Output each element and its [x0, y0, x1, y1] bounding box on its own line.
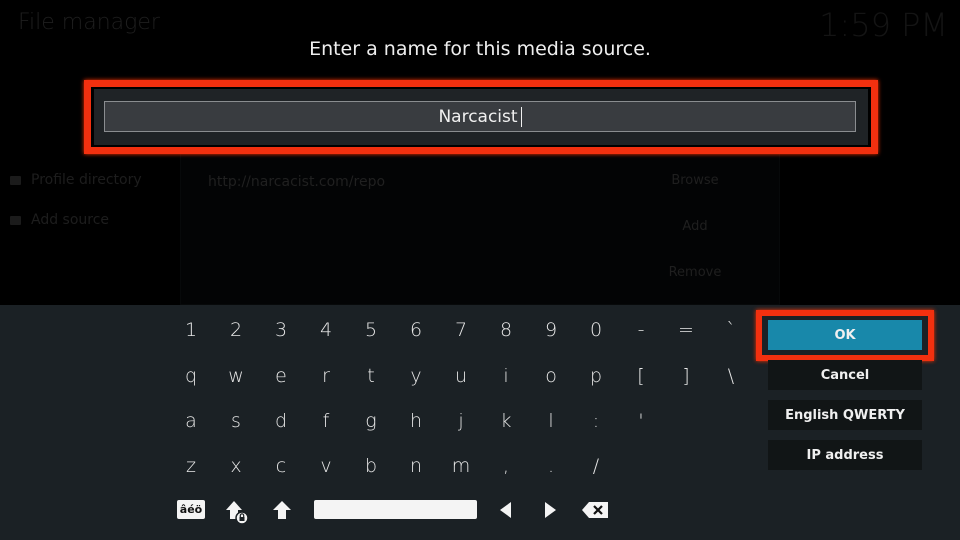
key[interactable]: f: [306, 401, 346, 441]
key[interactable]: u: [441, 356, 481, 396]
cancel-button[interactable]: Cancel: [768, 360, 922, 390]
key[interactable]: 7: [441, 310, 481, 350]
key[interactable]: j: [441, 401, 481, 441]
ok-highlight-box: [756, 310, 934, 361]
sidebar-item-profile-directory: Profile directory: [10, 172, 142, 188]
key[interactable]: ,: [486, 446, 526, 486]
app-title: File manager: [18, 10, 160, 35]
key[interactable]: p: [576, 356, 616, 396]
key[interactable]: e: [261, 356, 301, 396]
key[interactable]: =: [666, 310, 706, 350]
key[interactable]: k: [486, 401, 526, 441]
key[interactable]: 3: [261, 310, 301, 350]
keyboard-layout-button[interactable]: English QWERTY: [768, 400, 922, 430]
key[interactable]: y: [396, 356, 436, 396]
cancel-label: Cancel: [820, 367, 870, 383]
right-arrow-icon: [545, 502, 556, 518]
folder-icon: [10, 215, 21, 225]
key[interactable]: 6: [396, 310, 436, 350]
key[interactable]: -: [621, 310, 661, 350]
backspace-icon: [582, 502, 608, 518]
left-arrow-icon: [500, 502, 511, 518]
key[interactable]: c: [261, 446, 301, 486]
sidebar-item-label: Profile directory: [31, 172, 142, 188]
key[interactable]: d: [261, 401, 301, 441]
key[interactable]: 2: [216, 310, 256, 350]
sidebar-item-label: Add source: [31, 212, 110, 228]
accent-key-label: âéö: [179, 503, 203, 516]
key[interactable]: b: [351, 446, 391, 486]
shift-arrow-icon: [273, 501, 291, 519]
browse-button: Browse: [671, 173, 719, 188]
key[interactable]: n: [396, 446, 436, 486]
key[interactable]: ': [621, 401, 661, 441]
sidebar-item-add-source: Add source: [10, 212, 109, 228]
key[interactable]: 0: [576, 310, 616, 350]
input-highlight-box: [84, 80, 878, 154]
key[interactable]: 5: [351, 310, 391, 350]
add-button: Add: [682, 219, 708, 234]
key[interactable]: /: [576, 446, 616, 486]
accented-characters-key[interactable]: âéö: [177, 500, 205, 519]
key[interactable]: v: [306, 446, 346, 486]
key[interactable]: 4: [306, 310, 346, 350]
key[interactable]: .: [531, 446, 571, 486]
key[interactable]: x: [216, 446, 256, 486]
ip-address-button[interactable]: IP address: [768, 440, 922, 470]
cursor-right-key[interactable]: [542, 500, 560, 520]
shift-key[interactable]: [270, 498, 294, 522]
key[interactable]: \: [711, 356, 751, 396]
key[interactable]: [: [621, 356, 661, 396]
folder-icon: [10, 175, 21, 185]
key[interactable]: :: [576, 401, 616, 441]
key[interactable]: g: [351, 401, 391, 441]
key[interactable]: o: [531, 356, 571, 396]
key[interactable]: q: [171, 356, 211, 396]
caps-lock-icon: [226, 501, 249, 524]
key[interactable]: ]: [666, 356, 706, 396]
ip-label: IP address: [806, 447, 884, 463]
key[interactable]: m: [441, 446, 481, 486]
cursor-left-key[interactable]: [496, 500, 514, 520]
key[interactable]: 1: [171, 310, 211, 350]
key[interactable]: w: [216, 356, 256, 396]
source-url: http://narcacist.com/repo: [208, 174, 386, 190]
backspace-key[interactable]: [580, 500, 610, 520]
key[interactable]: s: [216, 401, 256, 441]
key[interactable]: l: [531, 401, 571, 441]
key[interactable]: t: [351, 356, 391, 396]
key[interactable]: 9: [531, 310, 571, 350]
key[interactable]: i: [486, 356, 526, 396]
key[interactable]: z: [171, 446, 211, 486]
key[interactable]: `: [711, 310, 751, 350]
key[interactable]: h: [396, 401, 436, 441]
key[interactable]: a: [171, 401, 211, 441]
remove-button: Remove: [668, 265, 722, 280]
key[interactable]: r: [306, 356, 346, 396]
space-key[interactable]: [314, 500, 477, 519]
layout-label: English QWERTY: [785, 407, 905, 423]
dialog-heading: Enter a name for this media source.: [309, 38, 651, 60]
caps-lock-key[interactable]: [224, 498, 250, 524]
key[interactable]: 8: [486, 310, 526, 350]
